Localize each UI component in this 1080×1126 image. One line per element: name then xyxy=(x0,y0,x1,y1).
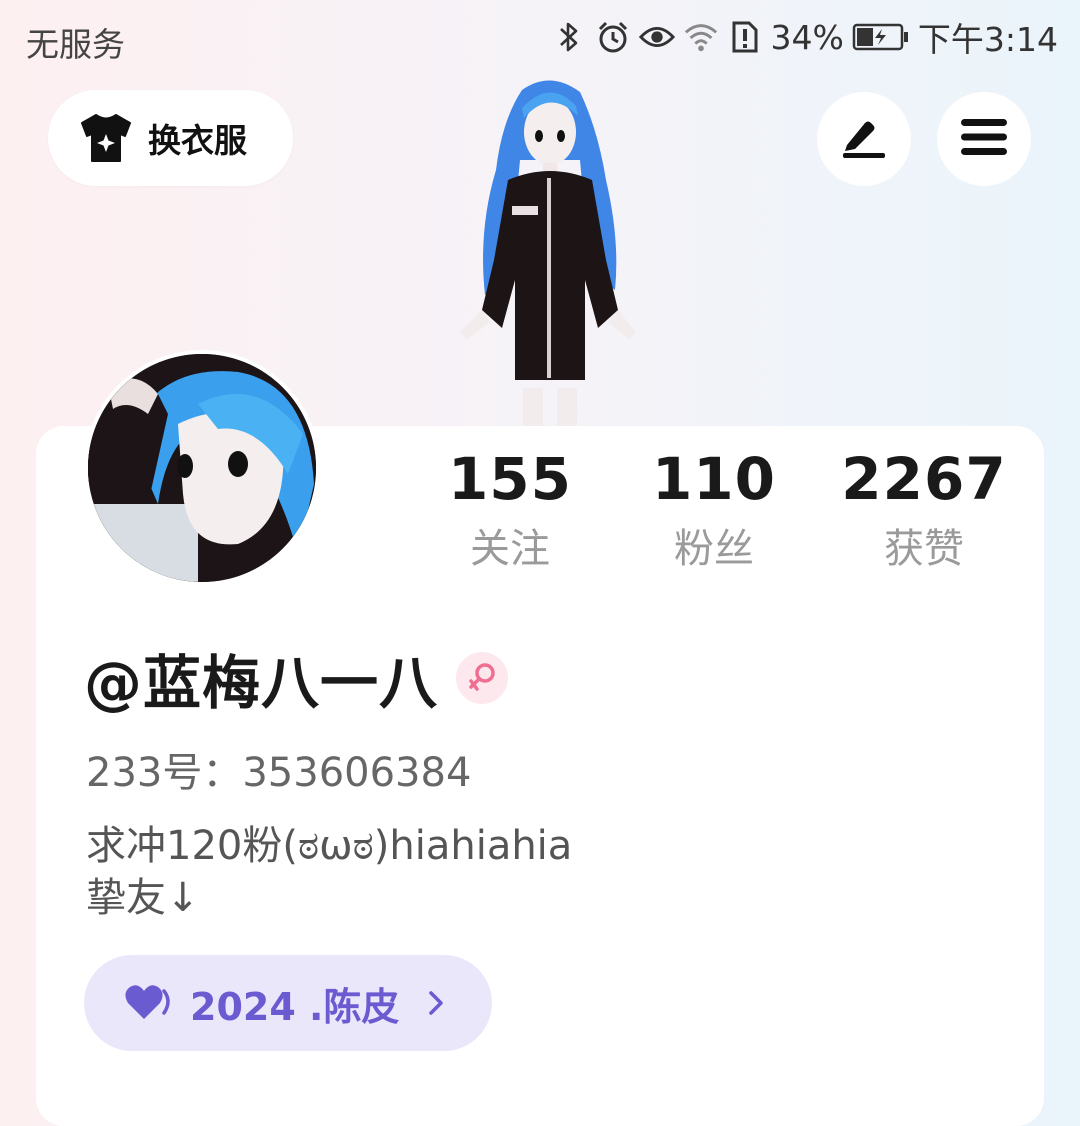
change-outfit-button[interactable]: 换衣服 xyxy=(48,90,293,186)
fan-badge-label: 2024 .陈皮 xyxy=(190,984,400,1029)
eye-icon xyxy=(638,19,675,55)
stat-likes-label: 获赞 xyxy=(884,526,964,572)
sim-alert-icon xyxy=(727,19,763,55)
heart-icon xyxy=(124,983,174,1023)
edit-profile-button[interactable] xyxy=(817,92,911,186)
bio-line: 求冲120粉(ಠωಠ)hiahiahia xyxy=(86,823,573,869)
wifi-icon xyxy=(683,19,719,55)
pen-icon xyxy=(839,115,889,163)
stat-followers-label: 粉丝 xyxy=(674,526,754,572)
chevron-right-icon xyxy=(427,988,451,1018)
bio: 求冲120粉(ಠωಠ)hiahiahia 挚友↓ xyxy=(86,820,572,924)
username-row: @蓝梅八一八 xyxy=(84,640,509,717)
fan-badge-chip[interactable]: 2024 .陈皮 xyxy=(84,955,492,1051)
female-icon xyxy=(456,652,509,704)
stat-followers-value: 110 xyxy=(651,445,777,513)
bluetooth-icon xyxy=(551,19,587,55)
username: @蓝梅八一八 xyxy=(84,649,439,717)
stat-following[interactable]: 155 关注 xyxy=(410,446,610,574)
stat-following-label: 关注 xyxy=(470,526,550,572)
profile-stats: 155 关注 110 粉丝 2267 获赞 xyxy=(0,446,1080,586)
battery-percent: 34% xyxy=(770,17,844,57)
stat-likes-value: 2267 xyxy=(841,445,1007,513)
status-bar: 无服务 34% 下午3:14 xyxy=(0,0,1080,76)
clock-time: 下午3:14 xyxy=(917,20,1058,59)
hamburger-menu-icon xyxy=(961,118,1007,160)
bio-line: 挚友↓ xyxy=(86,875,200,921)
stat-likes[interactable]: 2267 获赞 xyxy=(824,446,1024,574)
alarm-icon xyxy=(595,19,631,55)
avatar-3d-character[interactable] xyxy=(430,70,660,430)
change-outfit-label: 换衣服 xyxy=(148,121,247,160)
carrier-text: 无服务 xyxy=(26,25,125,64)
stat-followers[interactable]: 110 粉丝 xyxy=(614,446,814,574)
menu-button[interactable] xyxy=(937,92,1031,186)
status-icons: 34% 下午3:14 xyxy=(551,14,1058,60)
user-id: 233号：353606384 xyxy=(86,750,472,796)
battery-charging-icon xyxy=(852,23,910,51)
stat-following-value: 155 xyxy=(447,445,573,513)
tshirt-sparkle-icon xyxy=(78,110,134,166)
